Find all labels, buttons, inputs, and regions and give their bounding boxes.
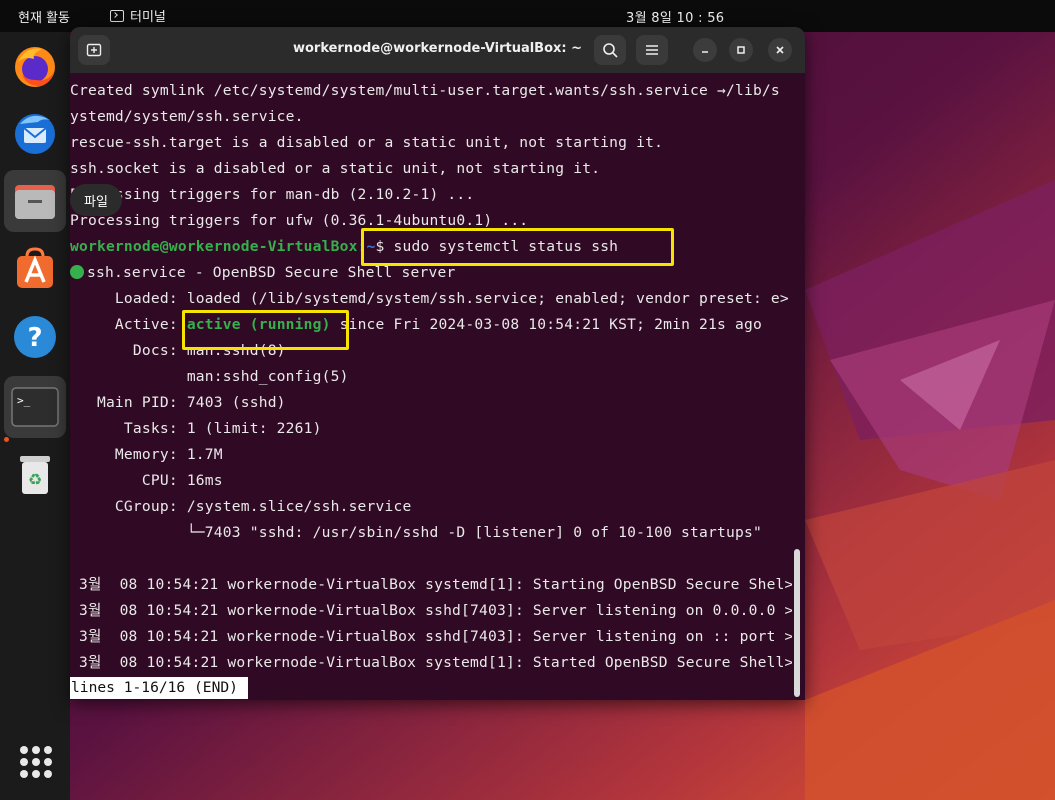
output-line: Created symlink /etc/systemd/system/mult…	[70, 82, 780, 99]
cgroup-line: CGroup: /system.slice/ssh.service	[70, 498, 412, 515]
minimize-button[interactable]	[693, 38, 717, 62]
app-menu[interactable]: 터미널	[110, 6, 166, 25]
svg-text:>_: >_	[17, 394, 31, 407]
active-line: Active: active (running) since Fri 2024-…	[70, 312, 762, 338]
app-center-icon	[17, 247, 53, 288]
title-bar[interactable]: workernode@workernode-VirtualBox: ~	[70, 27, 805, 73]
output-line: Processing triggers for ufw (0.36.1-4ubu…	[70, 212, 529, 229]
close-icon	[776, 46, 784, 54]
svg-text:♻: ♻	[28, 470, 42, 489]
app-menu-label: 터미널	[130, 10, 166, 25]
hamburger-menu-icon	[646, 45, 658, 55]
prompt-path: :~	[357, 238, 376, 255]
help-icon: ?	[14, 316, 56, 358]
menu-button[interactable]	[636, 35, 668, 65]
cpu-line: CPU: 16ms	[70, 472, 223, 489]
active-since: since Fri 2024-03-08 10:54:21 KST; 2min …	[330, 316, 762, 333]
dock: ? >_ ♻	[0, 32, 70, 800]
memory-line: Memory: 1.7M	[70, 446, 223, 463]
typed-command: $ sudo systemctl status ssh	[375, 238, 619, 255]
minimize-icon	[702, 51, 708, 53]
prompt-line: workernode@workernode-VirtualBox:~$ sudo…	[70, 234, 618, 260]
status-dot-icon	[70, 265, 84, 279]
maximize-button[interactable]	[729, 38, 753, 62]
service-description: ssh.service - OpenBSD Secure Shell serve…	[87, 264, 456, 281]
journal-line: 3월 08 10:54:21 workernode-VirtualBox ssh…	[70, 628, 792, 645]
terminal-window[interactable]: workernode@workernode-VirtualBox: ~ Crea…	[70, 27, 805, 700]
search-button[interactable]	[594, 35, 626, 65]
docs-line: man:sshd_config(5)	[70, 368, 349, 385]
pager-status: lines 1-16/16 (END)	[70, 677, 248, 699]
output-line: ystemd/system/ssh.service.	[70, 108, 304, 125]
journal-line: 3월 08 10:54:21 workernode-VirtualBox sys…	[70, 654, 792, 671]
docs-line: Docs: man:sshd(8)	[70, 342, 286, 359]
dock-item-help[interactable]: ?	[4, 306, 66, 368]
active-label: Active:	[70, 316, 187, 333]
terminal-output[interactable]: Created symlink /etc/systemd/system/mult…	[70, 78, 805, 700]
dock-tooltip: 파일	[70, 184, 122, 216]
dock-item-app-center[interactable]	[4, 238, 66, 300]
loaded-line: Loaded: loaded (/lib/systemd/system/ssh.…	[70, 290, 789, 307]
scrollbar[interactable]	[794, 549, 800, 697]
trash-icon: ♻	[20, 456, 50, 494]
output-line: ssh.socket is a disabled or a static uni…	[70, 160, 601, 177]
dock-item-terminal[interactable]: >_	[4, 376, 66, 438]
dock-item-trash[interactable]: ♻	[4, 444, 66, 506]
show-apps-icon[interactable]	[20, 746, 52, 778]
dock-item-firefox[interactable]	[4, 36, 66, 98]
clock[interactable]: 3월 8일 10 : 56	[626, 7, 724, 26]
activities-button[interactable]: 현재 활동	[18, 7, 70, 26]
thunderbird-icon	[15, 114, 55, 154]
cgroup-child-line: └─7403 "sshd: /usr/sbin/sshd -D [listene…	[70, 524, 762, 541]
terminal-icon: >_	[11, 387, 59, 427]
close-button[interactable]	[768, 38, 792, 62]
firefox-icon	[15, 47, 55, 87]
journal-line: 3월 08 10:54:21 workernode-VirtualBox ssh…	[70, 602, 792, 619]
terminal-app-icon	[110, 9, 124, 22]
search-icon	[603, 43, 618, 58]
service-line: ssh.service - OpenBSD Secure Shell serve…	[70, 260, 455, 286]
output-line: rescue-ssh.target is a disabled or a sta…	[70, 134, 664, 151]
dock-item-files[interactable]	[4, 170, 66, 232]
maximize-icon	[737, 46, 745, 54]
prompt-user: workernode@workernode-VirtualBox	[70, 238, 358, 255]
output-line: Processing triggers for man-db (2.10.2-1…	[70, 186, 475, 203]
tasks-line: Tasks: 1 (limit: 2261)	[70, 420, 322, 437]
svg-text:?: ?	[27, 323, 42, 353]
active-status: active (running)	[186, 316, 331, 333]
dock-item-thunderbird[interactable]	[4, 102, 66, 164]
journal-line: 3월 08 10:54:21 workernode-VirtualBox sys…	[70, 576, 792, 593]
main-pid-line: Main PID: 7403 (sshd)	[70, 394, 286, 411]
files-icon	[15, 185, 55, 219]
running-indicator	[4, 437, 9, 442]
